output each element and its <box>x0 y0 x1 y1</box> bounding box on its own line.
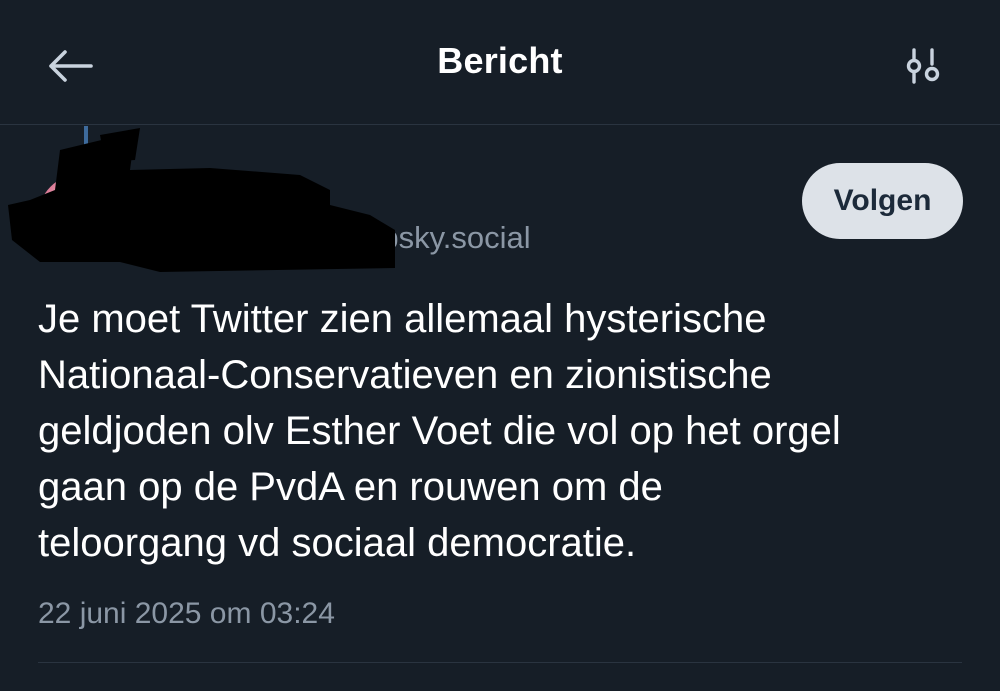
page-title: Bericht <box>437 40 563 81</box>
author-handle[interactable]: @barbieboutox.bsky.social <box>162 220 531 256</box>
thread-settings-button[interactable] <box>892 36 954 96</box>
post-screen: Bericht Lucy @barbieboutox.bsky.social V… <box>0 0 1000 691</box>
divider <box>38 662 962 663</box>
sliders-icon <box>906 48 940 84</box>
post-text-line: gaan op de PvdA en rouwen om de <box>38 465 663 509</box>
follow-button[interactable]: Volgen <box>802 163 963 239</box>
post-text-line: geldjoden olv Esther Voet die vol op het… <box>38 409 841 453</box>
post-body: Je moet Twitter zien allemaal hysterisch… <box>38 291 978 571</box>
top-bar: Bericht <box>0 0 1000 125</box>
post-text-line: Je moet Twitter zien allemaal hysterisch… <box>38 297 767 341</box>
avatar[interactable] <box>38 174 124 260</box>
post-text-line: teloorgang vd sociaal democratie. <box>38 521 637 565</box>
post-text-line: Nationaal-Conservatieven en zionistische <box>38 353 772 397</box>
author-display-name[interactable]: Lucy <box>162 168 241 207</box>
thread-connector <box>84 126 88 156</box>
post-timestamp: 22 juni 2025 om 03:24 <box>38 597 335 630</box>
